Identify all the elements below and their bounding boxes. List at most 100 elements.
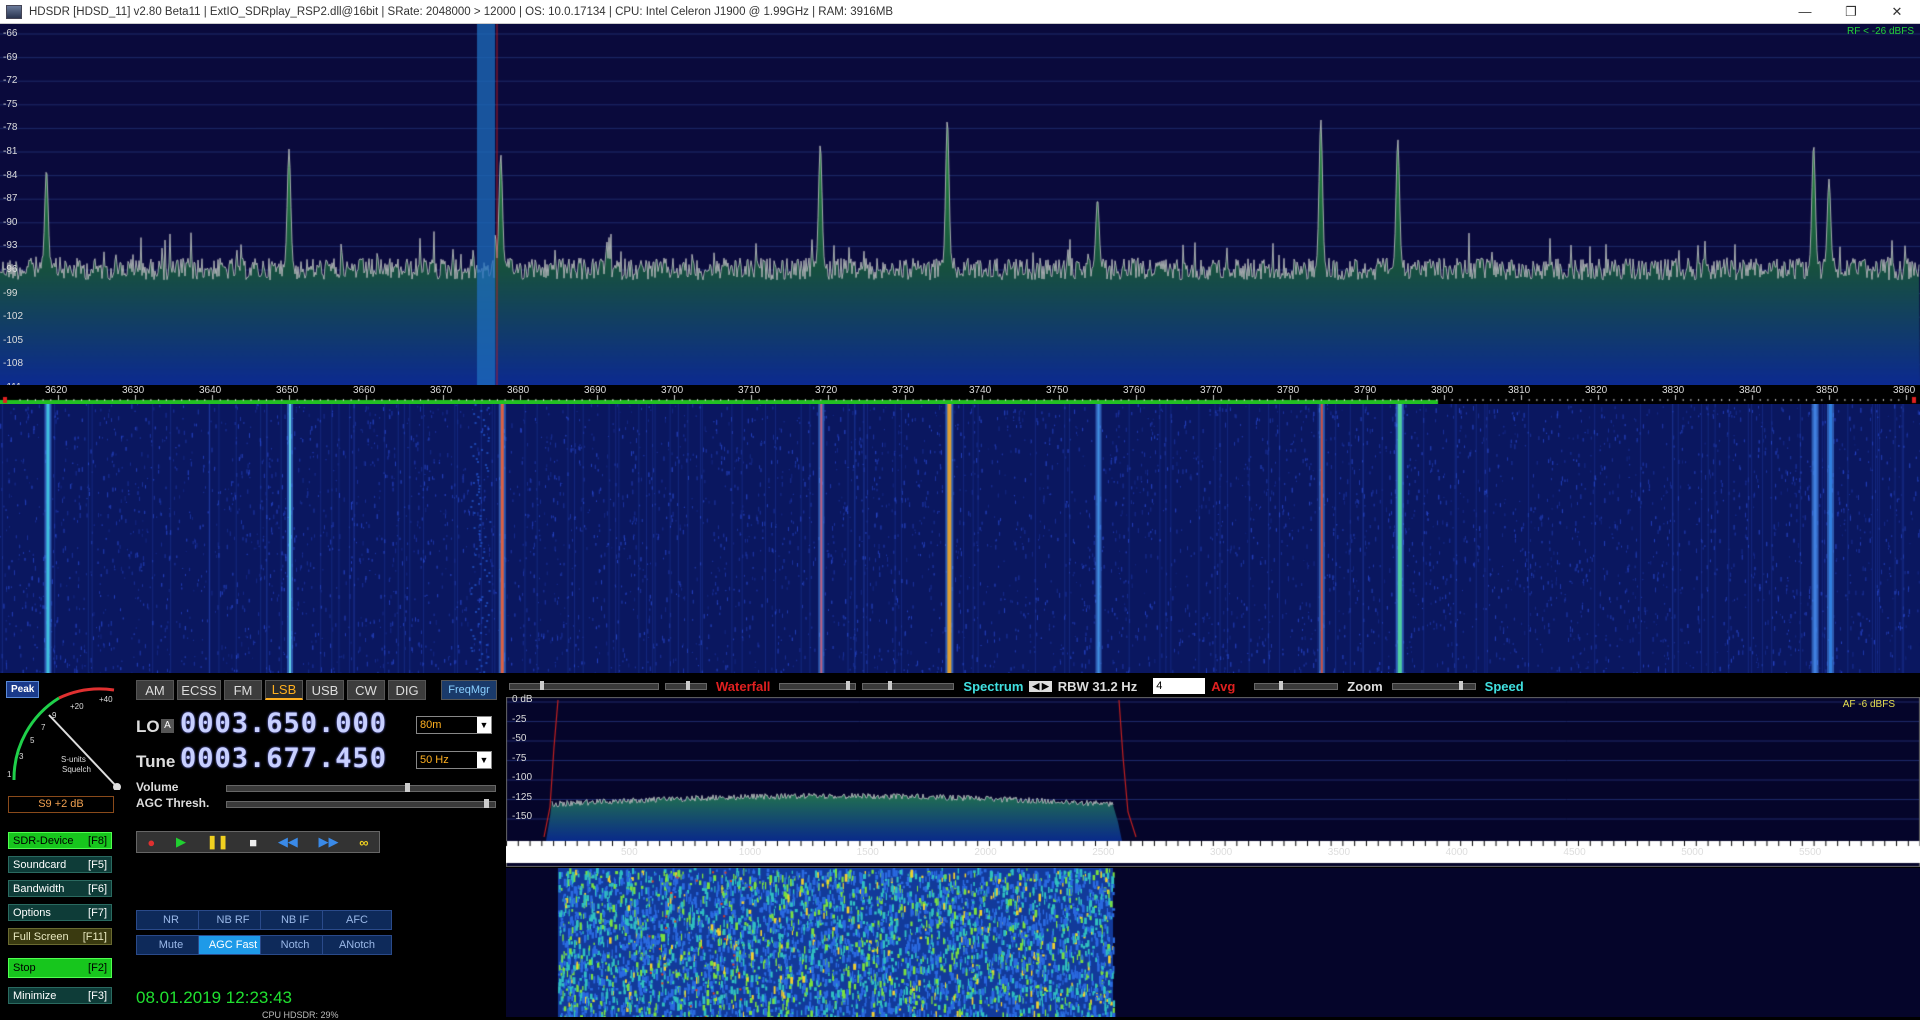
af-spectrum-display[interactable] (506, 697, 1920, 867)
volume-slider[interactable] (226, 783, 496, 792)
af-db-tick: -50 (512, 733, 527, 744)
waterfall-slider[interactable] (509, 680, 659, 690)
band-value: 80m (420, 719, 442, 731)
close-window-icon[interactable]: ✕ (1874, 0, 1920, 24)
mode-dig-button[interactable]: DIG (388, 680, 426, 700)
sdr-device-button[interactable]: SDR-Device [F8] (8, 832, 112, 849)
rf-frequency-tick: 3830 (1662, 385, 1685, 396)
volume-label: Volume (136, 780, 179, 794)
speed-slider[interactable] (1391, 680, 1476, 690)
mode-ecss-button[interactable]: ECSS (177, 680, 221, 700)
loop-icon[interactable]: ∞ (359, 835, 368, 850)
sdr-device-key: [F8] (88, 834, 107, 847)
title-bar: HDSDR [HDSD_11] v2.80 Beta11 | ExtIO_SDR… (0, 0, 1920, 24)
full-screen-key: [F11] (82, 930, 107, 943)
rf-db-tick: -69 (3, 51, 18, 63)
smeter-tick-7: 7 (41, 723, 46, 732)
stop-button[interactable]: Stop [F2] (8, 958, 112, 978)
soundcard-button[interactable]: Soundcard [F5] (8, 856, 112, 873)
minimize-window-icon[interactable]: — (1782, 0, 1828, 24)
rf-waterfall-display[interactable] (0, 404, 1920, 673)
agc-fast-button[interactable]: AGC Fast (198, 935, 268, 955)
rf-db-tick: -81 (3, 146, 18, 157)
rf-db-tick: -78 (3, 122, 18, 134)
notch-button[interactable]: Notch (260, 935, 330, 955)
stop-icon[interactable]: ■ (249, 835, 257, 850)
rf-db-tick: -90 (3, 216, 18, 228)
spectrum-slider-2[interactable] (862, 680, 955, 690)
agc-threshold-knob[interactable] (483, 799, 489, 808)
record-icon[interactable]: ● (147, 835, 155, 850)
af-waterfall-display[interactable] (506, 868, 1920, 1017)
pause-icon[interactable]: ❚❚ (207, 834, 229, 850)
af-db-tick: -25 (512, 713, 527, 725)
spectrum-label: Spectrum (963, 678, 1024, 694)
rf-frequency-tick: 3850 (1816, 385, 1839, 396)
minimize-button[interactable]: Minimize [F3] (8, 987, 112, 1004)
af-hz-tick: 5500 (1799, 847, 1822, 858)
rf-frequency-tick: 3770 (1200, 385, 1223, 396)
afc-button[interactable]: AFC (322, 910, 392, 930)
anotch-button[interactable]: ANotch (322, 935, 392, 955)
options-button[interactable]: Options [F7] (8, 904, 112, 921)
band-select[interactable]: 80m ▼ (416, 716, 492, 734)
rf-db-tick: -93 (3, 240, 18, 252)
rf-spectrum-display[interactable] (0, 24, 1920, 385)
full-screen-button[interactable]: Full Screen [F11] (8, 928, 112, 945)
nb-if-button[interactable]: NB IF (260, 910, 330, 930)
af-hz-tick: 3500 (1327, 847, 1351, 858)
af-hz-tick: 1000 (738, 847, 762, 858)
restore-window-icon[interactable]: ❐ (1828, 0, 1874, 24)
rbw-arrows-icon[interactable]: ◀ ▶ (1029, 680, 1052, 692)
play-icon[interactable]: ▶ (176, 834, 186, 850)
chevron-down-icon[interactable]: ▼ (477, 752, 491, 768)
rf-frequency-tick: 3690 (584, 385, 607, 396)
af-hz-tick: 3000 (1210, 847, 1233, 858)
chevron-down-icon[interactable]: ▼ (477, 717, 491, 733)
app-icon (6, 4, 22, 19)
nr-button[interactable]: NR (136, 910, 206, 930)
nb-rf-button[interactable]: NB RF (198, 910, 268, 930)
mode-fm-button[interactable]: FM (224, 680, 262, 700)
af-hz-tick: 500 (621, 847, 638, 858)
avg-label: Avg (1211, 678, 1236, 694)
rf-frequency-tick: 3640 (199, 385, 222, 396)
avg-value: 4 (1156, 680, 1163, 692)
rbw-label: RBW 31.2 Hz (1057, 678, 1138, 694)
rf-db-tick: -108 (3, 358, 24, 370)
rf-frequency-tick: 3630 (122, 385, 145, 396)
rf-frequency-tick: 3780 (1277, 385, 1300, 396)
fast-forward-icon[interactable]: ▶▶ (319, 834, 339, 850)
rf-frequency-tick: 3720 (815, 385, 838, 396)
tune-step-select[interactable]: 50 Hz ▼ (416, 751, 492, 769)
cpu-usage: CPU HDSDR: 29% (262, 1010, 339, 1020)
bandwidth-button[interactable]: Bandwidth [F6] (8, 880, 112, 897)
lo-frequency[interactable]: 0003.650.000 (180, 708, 387, 739)
rf-frequency-tick: 3660 (353, 385, 376, 396)
mode-am-button[interactable]: AM (136, 680, 174, 700)
freq-manager-button[interactable]: FreqMgr (441, 680, 497, 700)
peak-button[interactable]: Peak (6, 681, 40, 698)
rf-db-tick: -99 (3, 287, 18, 299)
lo-lock-a-button[interactable]: A (161, 719, 174, 733)
waterfall-contrast-slider[interactable] (665, 680, 707, 690)
spectrum-slider-1[interactable] (779, 680, 857, 690)
display-controls-row: Waterfall Spectrum ◀ ▶ RBW 31.2 Hz 4 Avg… (506, 677, 1920, 695)
bandwidth-key: [F6] (88, 882, 107, 895)
volume-knob[interactable] (405, 783, 411, 792)
smeter-tick-20: +20 (70, 702, 84, 711)
date-time: 08.01.2019 12:23:43 (136, 988, 292, 1007)
tune-frequency[interactable]: 0003.677.450 (180, 743, 387, 774)
mode-cw-button[interactable]: CW (347, 680, 385, 700)
rewind-icon[interactable]: ◀◀ (278, 834, 298, 850)
smeter-tick-9: 9 (52, 711, 57, 720)
mode-lsb-button[interactable]: LSB (265, 680, 303, 700)
mute-button[interactable]: Mute (136, 935, 206, 955)
zoom-slider[interactable] (1254, 680, 1339, 690)
rf-db-tick: -84 (3, 169, 18, 181)
minimize-key: [F3] (88, 989, 107, 1002)
avg-select[interactable]: 4 (1153, 678, 1206, 694)
window-title: HDSDR [HDSD_11] v2.80 Beta11 | ExtIO_SDR… (29, 5, 894, 18)
mode-usb-button[interactable]: USB (306, 680, 344, 700)
agc-threshold-slider[interactable] (226, 799, 496, 808)
